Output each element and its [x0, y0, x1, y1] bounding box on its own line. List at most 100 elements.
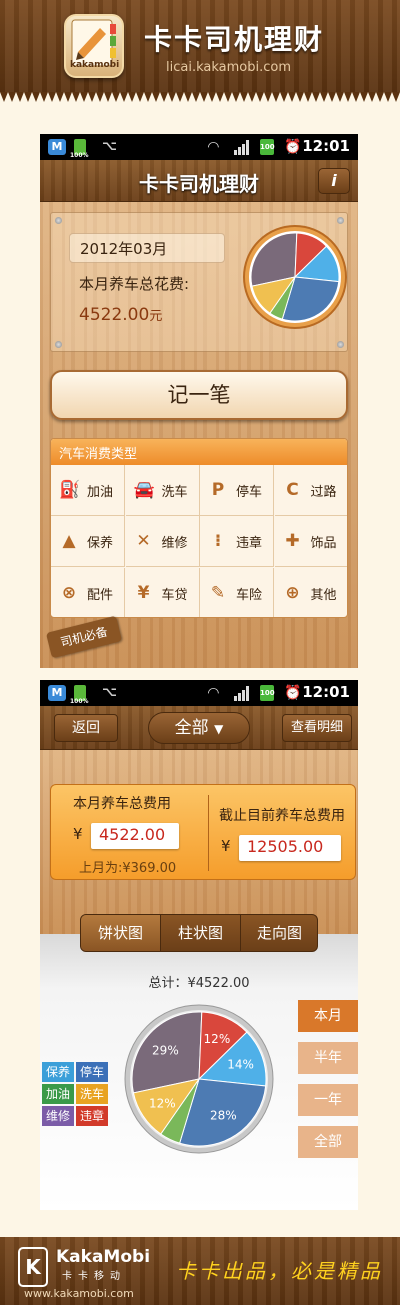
car-wash-icon: 🚘	[133, 480, 155, 500]
status-time: 12:01	[302, 137, 350, 155]
app-logo-icon: kakamobi	[64, 14, 124, 78]
signal-icon	[234, 139, 250, 155]
chart-area: 总计：¥4522.00 29% 12% 14% 28% 12% 本月 半年 一年 全部 保养 停车…	[40, 934, 358, 1210]
record-button[interactable]: 记一笔	[50, 370, 348, 420]
category-parking[interactable]: P 停车	[200, 465, 274, 516]
category-wrench[interactable]: ✕ 维修	[125, 516, 200, 568]
mini-pie-chart[interactable]	[243, 225, 347, 329]
view-details-button[interactable]: 查看明细	[282, 714, 352, 742]
category-car-wash[interactable]: 🚘 洗车	[125, 465, 200, 516]
legend-item: 保养	[42, 1062, 74, 1082]
oil-can-icon: ▲	[62, 531, 76, 552]
footer-brand: KakaMobi	[56, 1247, 151, 1267]
pie-slices	[131, 1011, 267, 1147]
range-all[interactable]: 全部	[298, 1126, 358, 1158]
usb-icon: ⌥	[102, 139, 117, 154]
filter-label: 全部	[174, 718, 209, 738]
month-label[interactable]: 2012年03月	[69, 233, 225, 263]
zigzag-divider	[0, 92, 400, 102]
status-bar: M 100% ⌥ ◠ 100 ⏰ 12:01	[40, 680, 358, 706]
total-value: 4522.00元	[79, 305, 162, 325]
legend-item: 洗车	[76, 1084, 108, 1104]
chart-tab-pie[interactable]: 饼状图	[81, 915, 161, 951]
footer-url: www.kakamobi.com	[24, 1287, 134, 1300]
category-label: 饰品	[310, 536, 337, 552]
puzzle-piece-icon: ✚	[285, 531, 300, 552]
legend-item: 停车	[76, 1062, 108, 1082]
parking-icon: P	[211, 480, 225, 500]
all-time-total-value: 12505.00	[239, 835, 341, 861]
mini-pie-slices	[250, 232, 340, 322]
range-this-month[interactable]: 本月	[298, 1000, 358, 1032]
month-total-label: 本月养车总费用	[73, 796, 171, 812]
totals-card: 本月养车总费用 ¥ 4522.00 上月为:¥369.00 截止目前养车总费用 …	[50, 784, 356, 880]
battery-icon: 100	[260, 139, 275, 155]
category-label: 过路	[310, 485, 337, 500]
range-half-year[interactable]: 半年	[298, 1042, 358, 1074]
all-time-total-label: 截止目前养车总费用	[219, 808, 345, 824]
category-label: 车贷	[161, 587, 188, 603]
shield-icon: M	[48, 685, 66, 701]
back-button[interactable]: 返回	[54, 714, 118, 742]
total-unit: 元	[149, 309, 163, 324]
legend-item: 加油	[42, 1084, 74, 1104]
screw-icon	[55, 341, 62, 348]
shield-icon: M	[48, 139, 66, 155]
traffic-light-icon: ⁝	[214, 531, 222, 552]
footer-slogan: 卡卡出品，必是精品	[176, 1259, 383, 1283]
category-insurance[interactable]: ✎ 车险	[200, 567, 274, 617]
category-plus-circle[interactable]: ⊕ 其他	[275, 568, 348, 617]
category-steering-wheel[interactable]: ⊗ 配件	[51, 567, 125, 617]
insurance-icon: ✎	[210, 582, 226, 603]
category-label: 停车	[236, 485, 263, 500]
gas-pump-icon: ⛽	[59, 480, 81, 500]
banner-title: 卡卡司机理财	[144, 23, 325, 56]
category-oil-can[interactable]: ▲ 保养	[51, 516, 125, 568]
money-icon: ¥	[137, 582, 150, 603]
chart-type-tabs: 饼状图 柱状图 走向图	[80, 914, 318, 952]
category-money[interactable]: ¥ 车贷	[126, 567, 200, 617]
category-label: 配件	[87, 587, 114, 603]
category-grid: ⛽ 加油 🚘 洗车 P 停车 C 过路 ▲ 保养 ✕ 维修 ⁝ 违章 ✚ 饰品 ⊗ 配件 ¥ 车贷 ✎ 车险 ⊕ 其他	[51, 465, 348, 617]
screw-icon	[337, 217, 344, 224]
wrench-icon: ✕	[136, 531, 151, 552]
title-bar: 返回 全部 ▼ 查看明细	[40, 706, 358, 750]
chevron-down-icon: ▼	[214, 722, 224, 736]
summary-card: 2012年03月 本月养车总花费: 4522.00元	[50, 212, 348, 352]
category-puzzle-piece[interactable]: ✚ 饰品	[274, 516, 347, 568]
category-label: 维修	[161, 536, 188, 552]
pie-chart: 29% 12% 14% 28% 12%	[124, 1004, 274, 1154]
pie-slice-label: 12%	[149, 1096, 176, 1110]
category-label: 违章	[236, 536, 263, 552]
pie-slice-label: 28%	[210, 1109, 237, 1123]
card-divider	[208, 795, 209, 871]
battery-icon: 100	[260, 685, 275, 701]
totals-area: 本月养车总费用 ¥ 4522.00 上月为:¥369.00 截止目前养车总费用 …	[40, 750, 358, 934]
status-bar: M 100% ⌥ ◠ 100 ⏰ 12:01	[40, 134, 358, 160]
steering-wheel-icon: ⊗	[61, 582, 77, 603]
category-gas-pump[interactable]: ⛽ 加油	[51, 465, 125, 516]
signal-icon	[234, 685, 250, 701]
home-body: 2012年03月 本月养车总花费: 4522.00元 记一笔 汽车消费类型 ⛽ 加…	[40, 202, 358, 668]
battery-small-text: 100%	[70, 698, 89, 705]
kakamobi-logo-icon: K	[18, 1247, 48, 1287]
footer: K KakaMobi 卡卡移动 www.kakamobi.com 卡卡出品，必是…	[0, 1237, 400, 1305]
app-logo-text: kakamobi	[70, 60, 120, 70]
month-total-value: 4522.00	[91, 823, 179, 849]
category-header: 汽车消费类型	[51, 439, 347, 465]
status-time: 12:01	[302, 683, 350, 701]
category-traffic-light[interactable]: ⁝ 违章	[200, 516, 274, 568]
top-banner: kakamobi 卡卡司机理财 licai.kakamobi.com	[0, 0, 400, 92]
category-label: 车险	[236, 587, 263, 603]
chart-tab-bar[interactable]: 柱状图	[161, 915, 241, 951]
chart-tab-trend[interactable]: 走向图	[241, 915, 317, 951]
banner-url: licai.kakamobi.com	[166, 60, 291, 75]
category-toll-road[interactable]: C 过路	[274, 465, 347, 516]
screw-icon	[337, 341, 344, 348]
info-button[interactable]: i	[318, 168, 350, 194]
category-filter-dropdown[interactable]: 全部 ▼	[148, 712, 250, 744]
total-label: 本月养车总花费:	[79, 275, 190, 293]
driver-essentials-tag: 司机必备	[45, 615, 123, 659]
category-label: 保养	[87, 536, 114, 552]
range-one-year[interactable]: 一年	[298, 1084, 358, 1116]
